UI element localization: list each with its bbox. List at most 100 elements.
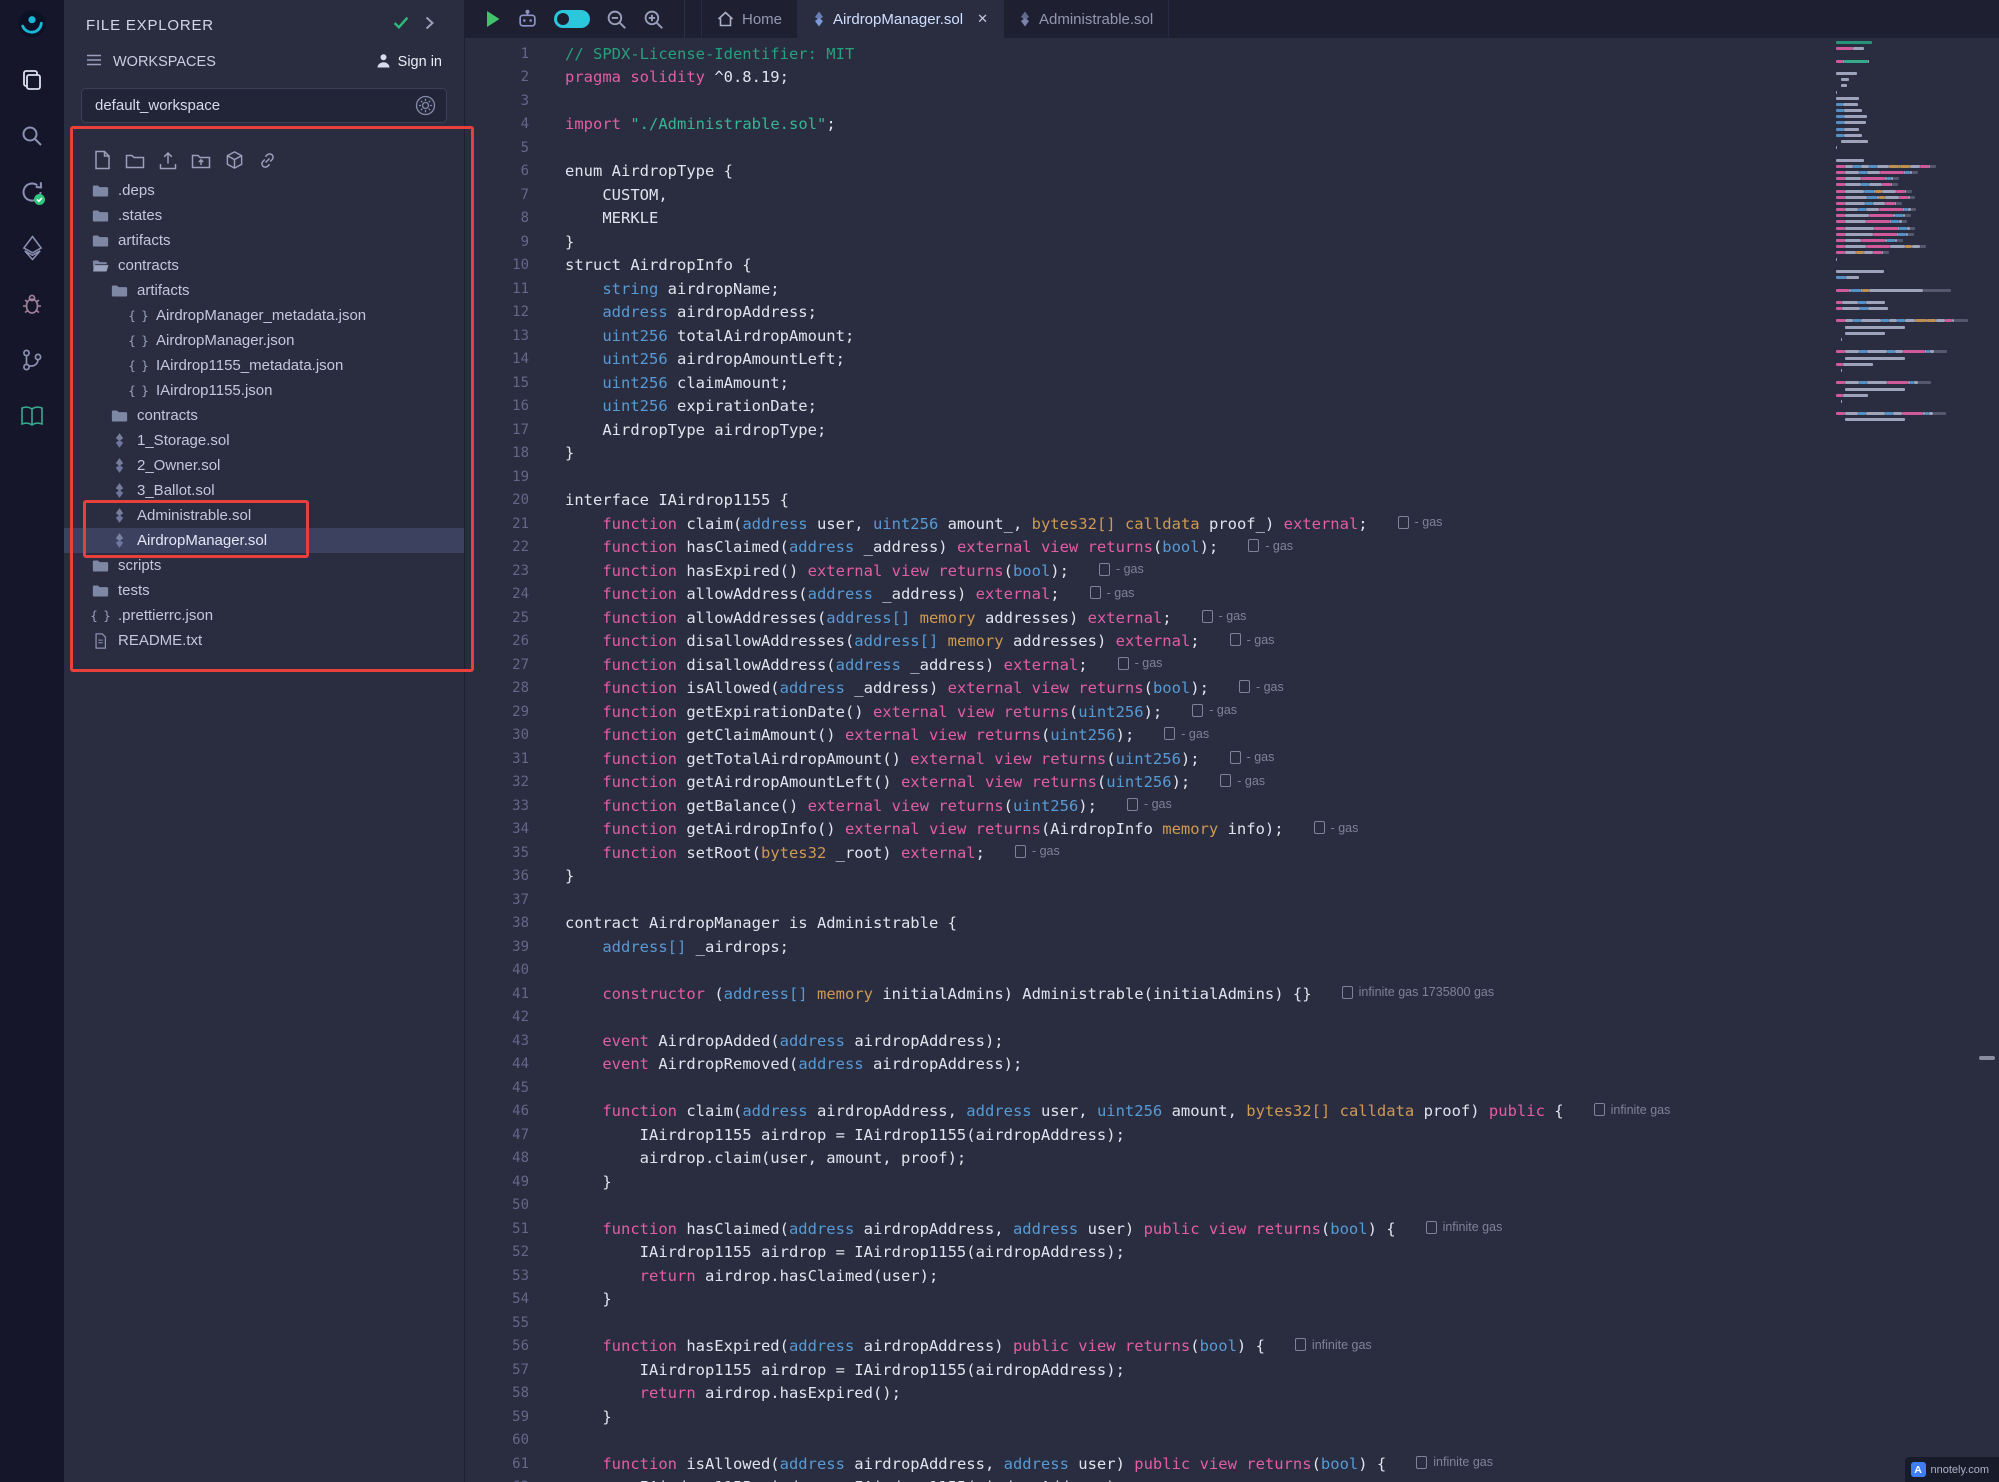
file-tree-item[interactable]: 3_Ballot.sol — [64, 478, 464, 503]
line-number[interactable]: 4 — [465, 116, 529, 132]
code-line[interactable]: 54 } — [465, 1288, 1999, 1312]
line-number[interactable]: 15 — [465, 375, 529, 391]
line-number[interactable]: 2 — [465, 69, 529, 85]
code-line[interactable]: 20interface IAirdrop1155 { — [465, 489, 1999, 513]
line-number[interactable]: 60 — [465, 1432, 529, 1448]
minimap[interactable] — [1836, 41, 1960, 425]
line-number[interactable]: 56 — [465, 1338, 529, 1354]
line-number[interactable]: 48 — [465, 1150, 529, 1166]
code-line[interactable]: 43 event AirdropAdded(address airdropAdd… — [465, 1029, 1999, 1053]
file-tree-item[interactable]: .deps — [64, 178, 464, 203]
line-number[interactable]: 8 — [465, 210, 529, 226]
line-number[interactable]: 1 — [465, 46, 529, 62]
file-explorer-icon[interactable] — [17, 65, 47, 95]
code-line[interactable]: 14 uint256 airdropAmountLeft; — [465, 348, 1999, 372]
line-number[interactable]: 61 — [465, 1456, 529, 1472]
code-line[interactable]: 60 — [465, 1429, 1999, 1453]
line-number[interactable]: 59 — [465, 1409, 529, 1425]
line-number[interactable]: 37 — [465, 892, 529, 908]
line-number[interactable]: 26 — [465, 633, 529, 649]
code-line[interactable]: 29 function getExpirationDate() external… — [465, 700, 1999, 724]
code-line[interactable]: 8 MERKLE — [465, 207, 1999, 231]
code-line[interactable]: 51 function hasClaimed(address airdropAd… — [465, 1217, 1999, 1241]
line-number[interactable]: 7 — [465, 187, 529, 203]
line-number[interactable]: 55 — [465, 1315, 529, 1331]
line-number[interactable]: 33 — [465, 798, 529, 814]
line-number[interactable]: 45 — [465, 1080, 529, 1096]
line-number[interactable]: 22 — [465, 539, 529, 555]
search-icon[interactable] — [17, 121, 47, 151]
file-tree-item[interactable]: README.txt — [64, 628, 464, 653]
solidity-compiler-icon[interactable] — [17, 177, 47, 207]
chevron-right-icon[interactable] — [425, 16, 434, 35]
line-number[interactable]: 42 — [465, 1009, 529, 1025]
file-tree-item[interactable]: artifacts — [64, 278, 464, 303]
new-file-icon[interactable] — [92, 150, 112, 170]
code-line[interactable]: 24 function allowAddress(address _addres… — [465, 583, 1999, 607]
code-line[interactable]: 52 IAirdrop1155 airdrop = IAirdrop1155(a… — [465, 1241, 1999, 1265]
hamburger-icon[interactable] — [86, 54, 102, 70]
code-line[interactable]: 61 function isAllowed(address airdropAdd… — [465, 1452, 1999, 1476]
sign-in-button[interactable]: Sign in — [370, 52, 448, 73]
file-tree-item[interactable]: Administrable.sol — [64, 503, 464, 528]
line-number[interactable]: 17 — [465, 422, 529, 438]
code-line[interactable]: 40 — [465, 959, 1999, 983]
code-line[interactable]: 59 } — [465, 1405, 1999, 1429]
gear-icon[interactable] — [415, 95, 436, 116]
remix-logo-icon[interactable] — [17, 9, 47, 39]
zoom-in-icon[interactable] — [643, 9, 664, 30]
code-line[interactable]: 28 function isAllowed(address _address) … — [465, 677, 1999, 701]
file-tree-item[interactable]: { }AirdropManager.json — [64, 328, 464, 353]
line-number[interactable]: 32 — [465, 774, 529, 790]
code-line[interactable]: 55 — [465, 1311, 1999, 1335]
line-number[interactable]: 38 — [465, 915, 529, 931]
line-number[interactable]: 34 — [465, 821, 529, 837]
upload-file-icon[interactable] — [158, 150, 178, 170]
code-line[interactable]: 49 } — [465, 1170, 1999, 1194]
line-number[interactable]: 14 — [465, 351, 529, 367]
import-cube-icon[interactable] — [224, 150, 244, 170]
code-line[interactable]: 53 return airdrop.hasClaimed(user); — [465, 1264, 1999, 1288]
code-line[interactable]: 44 event AirdropRemoved(address airdropA… — [465, 1053, 1999, 1077]
code-line[interactable]: 38contract AirdropManager is Administrab… — [465, 912, 1999, 936]
code-line[interactable]: 12 address airdropAddress; — [465, 301, 1999, 325]
code-line[interactable]: 5 — [465, 136, 1999, 160]
code-line[interactable]: 26 function disallowAddresses(address[] … — [465, 630, 1999, 654]
file-tree-item[interactable]: contracts — [64, 253, 464, 278]
code-line[interactable]: 31 function getTotalAirdropAmount() exte… — [465, 747, 1999, 771]
line-number[interactable]: 47 — [465, 1127, 529, 1143]
line-number[interactable]: 27 — [465, 657, 529, 673]
line-number[interactable]: 54 — [465, 1291, 529, 1307]
line-number[interactable]: 31 — [465, 751, 529, 767]
code-line[interactable]: 46 function claim(address airdropAddress… — [465, 1100, 1999, 1124]
run-script-button[interactable] — [485, 10, 501, 28]
code-line[interactable]: 10struct AirdropInfo { — [465, 254, 1999, 278]
line-number[interactable]: 11 — [465, 281, 529, 297]
code-line[interactable]: 57 IAirdrop1155 airdrop = IAirdrop1155(a… — [465, 1358, 1999, 1382]
code-line[interactable]: 4import "./Administrable.sol"; — [465, 113, 1999, 137]
line-number[interactable]: 41 — [465, 986, 529, 1002]
line-number[interactable]: 51 — [465, 1221, 529, 1237]
line-number[interactable]: 13 — [465, 328, 529, 344]
code-line[interactable]: 1// SPDX-License-Identifier: MIT — [465, 42, 1999, 66]
line-number[interactable]: 9 — [465, 234, 529, 250]
code-line[interactable]: 39 address[] _airdrops; — [465, 935, 1999, 959]
tab-airdropmanager-sol[interactable]: AirdropManager.sol — [798, 0, 1004, 38]
close-icon[interactable] — [977, 11, 988, 27]
line-number[interactable]: 19 — [465, 469, 529, 485]
line-number[interactable]: 10 — [465, 257, 529, 273]
line-number[interactable]: 43 — [465, 1033, 529, 1049]
file-tree-item[interactable]: tests — [64, 578, 464, 603]
file-tree-item[interactable]: { }AirdropManager_metadata.json — [64, 303, 464, 328]
file-tree-item[interactable]: .states — [64, 203, 464, 228]
code-line[interactable]: 35 function setRoot(bytes32 _root) exter… — [465, 841, 1999, 865]
code-line[interactable]: 62 IAirdrop1155 airdrop = IAirdrop1155(a… — [465, 1476, 1999, 1482]
code-line[interactable]: 15 uint256 claimAmount; — [465, 371, 1999, 395]
code-line[interactable]: 17 AirdropType airdropType; — [465, 418, 1999, 442]
code-line[interactable]: 27 function disallowAddress(address _add… — [465, 653, 1999, 677]
line-number[interactable]: 50 — [465, 1197, 529, 1213]
code-line[interactable]: 13 uint256 totalAirdropAmount; — [465, 324, 1999, 348]
line-number[interactable]: 53 — [465, 1268, 529, 1284]
line-number[interactable]: 36 — [465, 868, 529, 884]
code-line[interactable]: 56 function hasExpired(address airdropAd… — [465, 1335, 1999, 1359]
